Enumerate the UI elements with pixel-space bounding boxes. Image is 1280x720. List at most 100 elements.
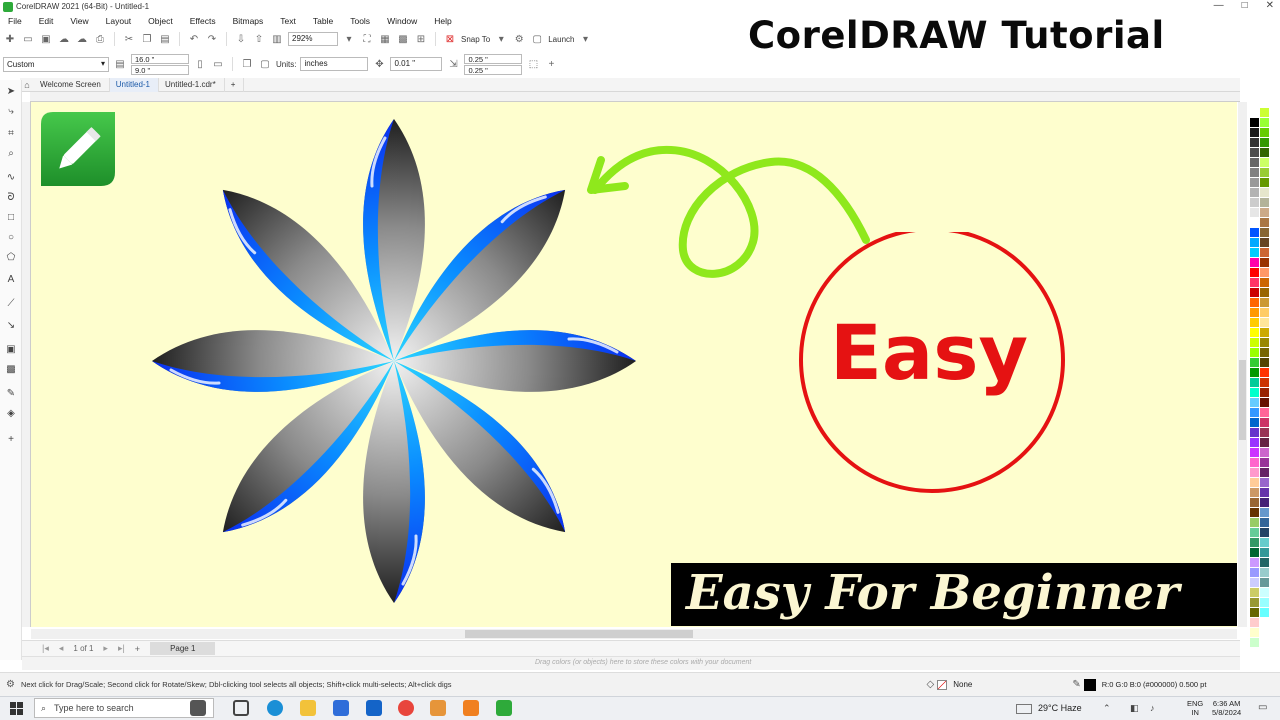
palette-swatch[interactable] bbox=[1260, 588, 1269, 597]
palette-swatch[interactable] bbox=[1260, 218, 1269, 227]
import-icon[interactable]: ⇩ bbox=[234, 32, 248, 46]
tab-welcome-screen[interactable]: Welcome Screen bbox=[34, 77, 110, 92]
palette-swatch[interactable] bbox=[1250, 238, 1259, 247]
units-select[interactable]: inches bbox=[300, 57, 369, 71]
palette-swatch[interactable] bbox=[1260, 398, 1269, 407]
palette-swatch[interactable] bbox=[1260, 348, 1269, 357]
portrait-icon[interactable]: ▯ bbox=[193, 57, 207, 71]
edge-browser-icon[interactable] bbox=[267, 700, 283, 716]
palette-swatch[interactable] bbox=[1250, 348, 1259, 357]
palette-swatch[interactable] bbox=[1260, 458, 1269, 467]
palette-swatch[interactable] bbox=[1260, 578, 1269, 587]
palette-swatch[interactable] bbox=[1260, 308, 1269, 317]
palette-swatch[interactable] bbox=[1250, 138, 1259, 147]
page-width-field[interactable]: 16.0 " bbox=[131, 53, 189, 64]
menu-table[interactable]: Table bbox=[305, 14, 342, 28]
treat-as-filled-icon[interactable]: ⬚ bbox=[526, 57, 540, 71]
save-icon[interactable]: ▣ bbox=[39, 32, 53, 46]
rectangle-tool-icon[interactable]: □ bbox=[4, 210, 18, 224]
palette-swatch[interactable] bbox=[1260, 168, 1269, 177]
menu-file[interactable]: File bbox=[0, 14, 31, 28]
palette-swatch[interactable] bbox=[1260, 318, 1269, 327]
add-tool-icon[interactable]: + bbox=[4, 432, 18, 446]
palette-swatch[interactable] bbox=[1260, 178, 1269, 187]
menu-view[interactable]: View bbox=[62, 14, 97, 28]
palette-swatch[interactable] bbox=[1260, 188, 1269, 197]
menu-object[interactable]: Object bbox=[140, 14, 182, 28]
palette-swatch[interactable] bbox=[1260, 538, 1269, 547]
crop-tool-icon[interactable]: ⌗ bbox=[4, 126, 18, 140]
all-pages-icon[interactable]: ❐ bbox=[240, 57, 254, 71]
menu-layout[interactable]: Layout bbox=[98, 14, 141, 28]
upload-cloud-icon[interactable]: ☁ bbox=[57, 32, 71, 46]
palette-swatch[interactable] bbox=[1260, 478, 1269, 487]
page-1-tab[interactable]: Page 1 bbox=[150, 642, 216, 655]
cut-icon[interactable]: ✂ bbox=[122, 32, 136, 46]
tray-chevron-icon[interactable]: ⌃ bbox=[1103, 703, 1111, 714]
page-height-field[interactable]: 9.0 " bbox=[131, 64, 189, 75]
show-rulers-icon[interactable]: ▦ bbox=[378, 32, 392, 46]
show-grid-icon[interactable]: ▩ bbox=[396, 32, 410, 46]
palette-swatch[interactable] bbox=[1250, 508, 1259, 517]
launch-dropdown[interactable]: Launch bbox=[548, 35, 574, 44]
horizontal-scroll-thumb[interactable] bbox=[465, 630, 693, 638]
camera-app-icon[interactable] bbox=[190, 700, 206, 716]
drawing-canvas[interactable] bbox=[31, 102, 1237, 627]
palette-swatch[interactable] bbox=[1250, 608, 1259, 617]
menu-help[interactable]: Help bbox=[426, 14, 460, 28]
chrome-icon[interactable] bbox=[398, 700, 414, 716]
task-view-icon[interactable] bbox=[233, 700, 249, 716]
palette-swatch[interactable] bbox=[1250, 258, 1259, 267]
palette-swatch[interactable] bbox=[1260, 228, 1269, 237]
landscape-icon[interactable]: ▭ bbox=[211, 57, 225, 71]
palette-swatch[interactable] bbox=[1250, 118, 1259, 127]
maximize-button[interactable]: □ bbox=[1242, 0, 1248, 11]
menu-edit[interactable]: Edit bbox=[31, 14, 63, 28]
palette-swatch[interactable] bbox=[1250, 308, 1259, 317]
palette-swatch[interactable] bbox=[1260, 368, 1269, 377]
tray-network-icon[interactable]: ◧ bbox=[1130, 703, 1139, 714]
new-document-icon[interactable]: ✚ bbox=[3, 32, 17, 46]
palette-swatch[interactable] bbox=[1250, 158, 1259, 167]
tray-volume-icon[interactable]: ♪ bbox=[1150, 703, 1155, 713]
app-icon[interactable] bbox=[430, 700, 446, 716]
eyedropper-tool-icon[interactable]: ✎ bbox=[4, 386, 18, 400]
duplicate-y-field[interactable]: 0.25 " bbox=[464, 64, 523, 75]
copy-icon[interactable]: ❐ bbox=[140, 32, 154, 46]
palette-swatch[interactable] bbox=[1260, 468, 1269, 477]
next-page-icon[interactable]: ▸ bbox=[103, 643, 108, 654]
palette-swatch[interactable] bbox=[1250, 378, 1259, 387]
palette-swatch[interactable] bbox=[1250, 148, 1259, 157]
connector-tool-icon[interactable]: ↘ bbox=[4, 318, 18, 332]
tab-untitled-1-cdr[interactable]: Untitled-1.cdr* bbox=[159, 77, 225, 92]
minimize-button[interactable]: — bbox=[1214, 0, 1224, 11]
palette-swatch[interactable] bbox=[1260, 258, 1269, 267]
palette-swatch[interactable] bbox=[1260, 128, 1269, 137]
palette-swatch[interactable] bbox=[1260, 108, 1269, 117]
vertical-scroll-thumb[interactable] bbox=[1239, 360, 1246, 440]
nudge-distance-field[interactable]: 0.01 " bbox=[390, 57, 443, 71]
palette-swatch[interactable] bbox=[1260, 568, 1269, 577]
palette-swatch[interactable] bbox=[1250, 198, 1259, 207]
add-page-icon[interactable]: + bbox=[135, 644, 140, 654]
palette-swatch[interactable] bbox=[1260, 118, 1269, 127]
full-screen-icon[interactable]: ⛶ bbox=[360, 32, 374, 46]
zoom-tool-icon[interactable]: ⌕ bbox=[4, 146, 18, 160]
palette-swatch[interactable] bbox=[1260, 518, 1269, 527]
palette-swatch[interactable] bbox=[1250, 408, 1259, 417]
zoom-level-field[interactable]: 292% bbox=[288, 32, 338, 46]
palette-swatch[interactable] bbox=[1250, 228, 1259, 237]
ellipse-tool-icon[interactable]: ○ bbox=[4, 230, 18, 244]
menu-window[interactable]: Window bbox=[379, 14, 426, 28]
palette-swatch[interactable] bbox=[1250, 588, 1259, 597]
palette-swatch[interactable] bbox=[1260, 428, 1269, 437]
mail-icon[interactable] bbox=[366, 700, 382, 716]
chevron-down-icon[interactable]: ▾ bbox=[578, 32, 592, 46]
palette-swatch[interactable] bbox=[1260, 208, 1269, 217]
palette-swatch[interactable] bbox=[1260, 598, 1269, 607]
options-gear-icon[interactable]: ⚙ bbox=[512, 32, 526, 46]
add-tab-button[interactable]: + bbox=[225, 77, 245, 92]
menu-effects[interactable]: Effects bbox=[182, 14, 225, 28]
palette-swatch[interactable] bbox=[1250, 328, 1259, 337]
palette-swatch[interactable] bbox=[1250, 388, 1259, 397]
